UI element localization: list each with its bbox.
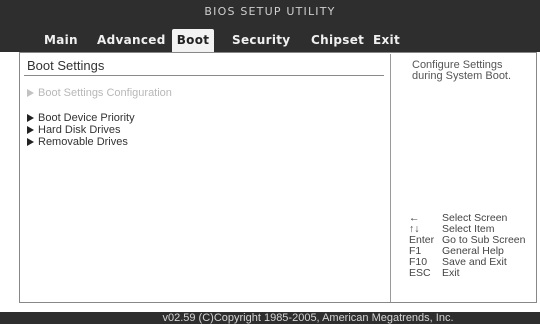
- removable-drives-item[interactable]: Removable Drives: [27, 136, 128, 148]
- arrow-right-icon: [27, 114, 34, 122]
- menu-bar: Main Advanced Boot Security Chipset Exit: [0, 24, 540, 52]
- arrow-right-icon: [27, 126, 34, 134]
- tab-security[interactable]: Security: [232, 29, 290, 52]
- help-line: during System Boot.: [412, 70, 512, 82]
- tab-main[interactable]: Main: [44, 29, 78, 52]
- tab-advanced[interactable]: Advanced: [97, 29, 166, 52]
- item-label: Boot Device Priority: [38, 112, 135, 124]
- key-row: ESC Exit: [409, 268, 537, 279]
- tab-boot[interactable]: Boot: [172, 29, 214, 52]
- arrow-right-icon: [27, 89, 34, 97]
- hard-disk-drives-item[interactable]: Hard Disk Drives: [27, 124, 121, 136]
- key-description: Exit: [442, 267, 460, 279]
- item-label: Removable Drives: [38, 136, 128, 148]
- help-text: Configure Settings during System Boot.: [412, 60, 527, 82]
- copyright-footer: v02.59 (C)Copyright 1985-2005, American …: [0, 312, 540, 324]
- panel-divider: [390, 54, 391, 302]
- key-legend: ← Select Screen ↑↓ Select Item Enter Go …: [409, 213, 537, 279]
- tab-chipset[interactable]: Chipset: [311, 29, 364, 52]
- section-divider: [24, 75, 384, 76]
- arrow-right-icon: [27, 138, 34, 146]
- boot-device-priority-item[interactable]: Boot Device Priority: [27, 112, 135, 124]
- boot-settings-configuration-item: Boot Settings Configuration: [27, 87, 172, 99]
- section-title: Boot Settings: [27, 58, 105, 73]
- item-label: Hard Disk Drives: [38, 124, 121, 136]
- item-label: Boot Settings Configuration: [38, 87, 172, 99]
- key-label: ESC: [409, 267, 431, 279]
- bios-title: BIOS SETUP UTILITY: [0, 0, 540, 24]
- tab-exit[interactable]: Exit: [373, 29, 400, 52]
